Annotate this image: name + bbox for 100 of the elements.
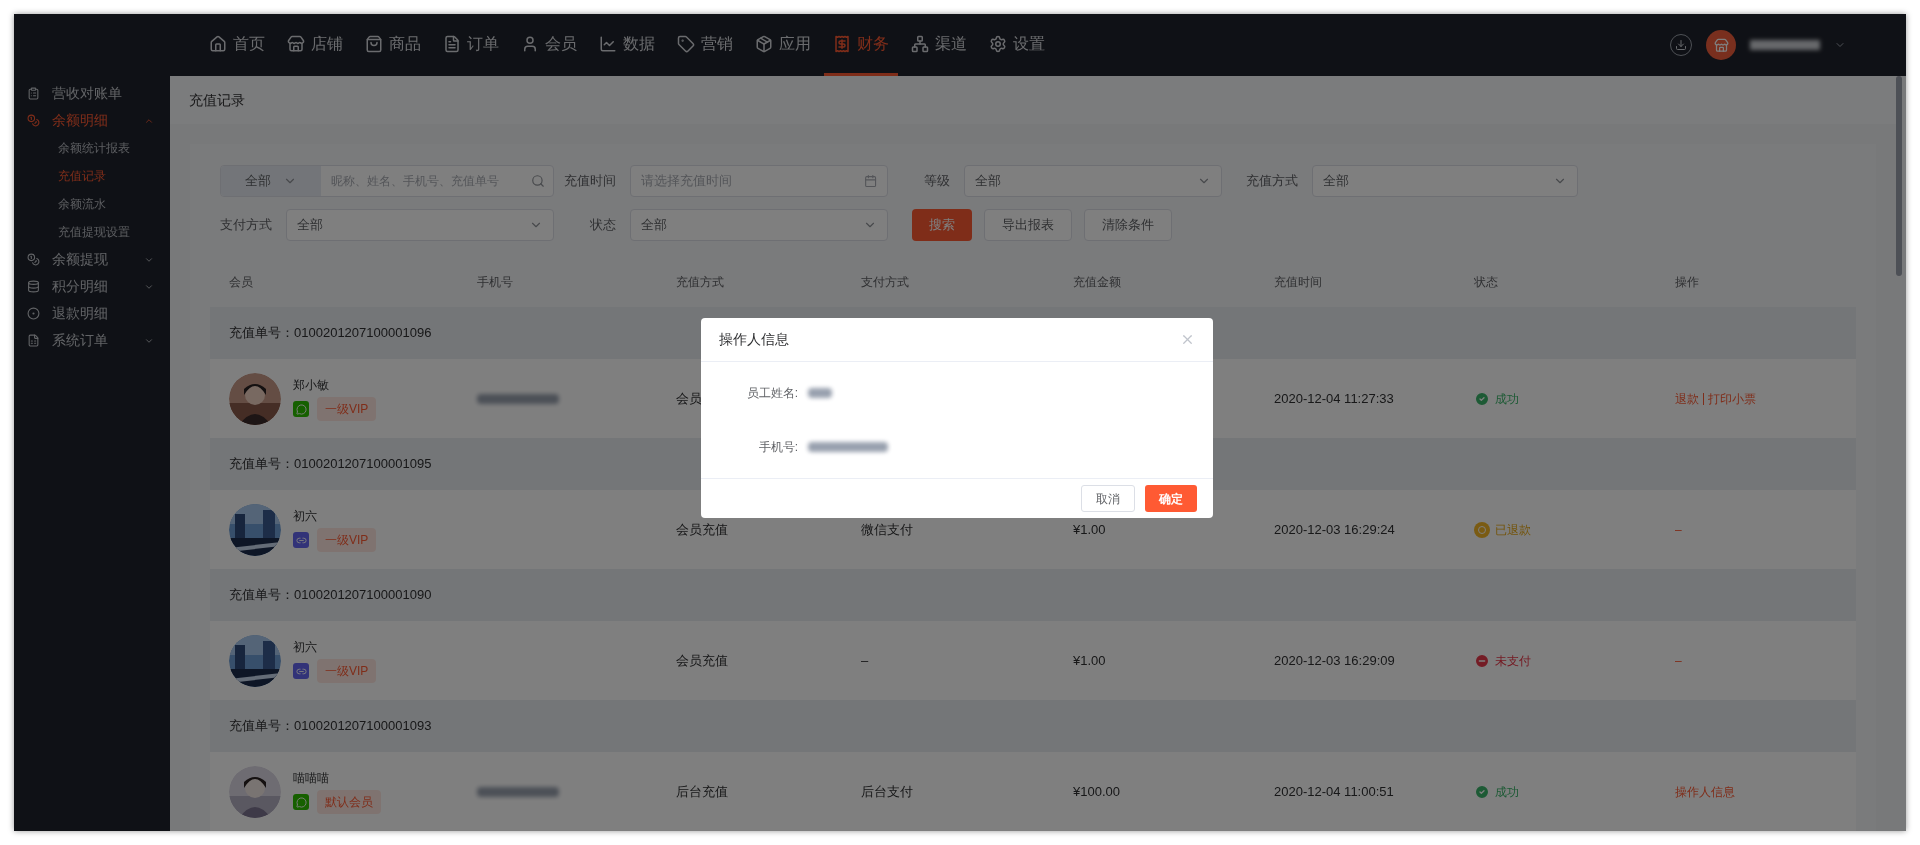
action-link[interactable]: 打印小票 [1708, 389, 1756, 408]
status-text: 成功 [1495, 783, 1519, 801]
close-icon[interactable] [1180, 332, 1195, 347]
blurred-mark [1750, 40, 1820, 50]
table-cell: ¥100.00 [1073, 783, 1120, 799]
column-header: 操作 [1675, 274, 1700, 291]
gear-icon [989, 34, 1007, 53]
action-link[interactable]: – [1675, 520, 1682, 539]
check-icon [1474, 783, 1490, 800]
sidebar-item[interactable]: 余额明细 [14, 107, 170, 134]
member-name: 郑小敏 [293, 377, 330, 394]
filter-button[interactable]: 导出报表 [984, 209, 1072, 241]
order-number: 充值单号：0100201207100001093 [229, 717, 432, 736]
level-tag: 一级VIP [317, 659, 377, 683]
nav-tab[interactable]: 应用 [746, 14, 820, 76]
table-cell: 会员 [676, 390, 702, 406]
search-icon [531, 174, 545, 188]
person-icon [521, 34, 539, 53]
status-text: 成功 [1495, 390, 1519, 408]
box-icon [755, 34, 773, 53]
filter-label: 充值方式 [1245, 172, 1299, 191]
nav-tab[interactable]: 店铺 [278, 14, 352, 76]
filter-label: 等级 [923, 172, 951, 191]
tag-icon [677, 34, 695, 53]
coin-icon [27, 253, 40, 266]
column-header: 支付方式 [861, 274, 910, 291]
sidebar-item[interactable]: 积分明细 [14, 273, 170, 300]
filter-label: 支付方式 [220, 216, 273, 235]
column-header: 充值时间 [1274, 274, 1323, 291]
nav-tab[interactable]: 会员 [512, 14, 586, 76]
column-header: 充值方式 [676, 274, 725, 291]
check-icon [1474, 390, 1490, 407]
select-field[interactable]: 全部 [630, 209, 888, 241]
nav-tab[interactable]: 订单 [434, 14, 508, 76]
level-tag: 一级VIP [317, 528, 377, 552]
nav-tab[interactable]: 渠道 [902, 14, 976, 76]
action-link[interactable]: – [1675, 651, 1682, 670]
sidebar-subitem[interactable]: 充值提现设置 [14, 218, 170, 246]
level-tag: 一级VIP [317, 397, 377, 421]
select-field[interactable]: 全部 [1312, 165, 1578, 197]
action-link[interactable]: 操作人信息 [1675, 782, 1735, 801]
coin-icon [1474, 521, 1490, 538]
network-icon [911, 34, 929, 53]
house-icon [209, 34, 227, 53]
minus-icon [1474, 652, 1490, 669]
filter-button[interactable]: 搜索 [912, 209, 972, 241]
sidebar-item[interactable]: 系统订单 [14, 327, 170, 354]
table-cell: 微信支付 [861, 521, 913, 537]
table-cell: – [861, 652, 869, 668]
status-text: 未支付 [1495, 652, 1531, 670]
coin-icon [27, 114, 40, 127]
sidebar-item[interactable]: 余额提现 [14, 246, 170, 273]
dialog-button[interactable]: 确定 [1145, 485, 1197, 512]
nav-tab[interactable]: 设置 [980, 14, 1054, 76]
scope-label: 全部 [245, 172, 271, 191]
table-cell: 2020-12-04 11:27:33 [1274, 390, 1394, 406]
page-title: 充值记录 [189, 90, 245, 110]
status-text: 已退款 [1495, 521, 1531, 539]
nav-tab[interactable]: 数据 [590, 14, 664, 76]
table-cell: 2020-12-03 16:29:09 [1274, 652, 1395, 668]
table-cell: ¥1.00 [1073, 521, 1106, 537]
avatar-icon[interactable] [1706, 30, 1736, 60]
table-cell: 会员充值 [676, 521, 728, 537]
action-link[interactable]: 退款 [1675, 389, 1699, 408]
member-name: 初六 [293, 639, 318, 656]
order-number: 充值单号：0100201207100001090 [229, 586, 432, 605]
sidebar-subitem[interactable]: 余额流水 [14, 190, 170, 218]
column-header: 充值金额 [1073, 274, 1122, 291]
nav-tab[interactable]: 商品 [356, 14, 430, 76]
nav-tab[interactable]: 首页 [200, 14, 274, 76]
select-field[interactable]: 全部 [286, 209, 554, 241]
calendar-icon [863, 174, 877, 188]
bag-icon [365, 34, 383, 53]
column-header: 手机号 [477, 274, 514, 291]
table-cell: 2020-12-03 16:29:24 [1274, 521, 1395, 537]
order-number: 充值单号：0100201207100001096 [229, 324, 432, 343]
select-field[interactable]: 全部 [964, 165, 1222, 197]
member-name: 喵喵喵 [293, 770, 330, 787]
receipt-icon [833, 34, 851, 53]
scrollbar[interactable] [1896, 76, 1902, 276]
table-cell: 2020-12-04 11:00:51 [1274, 783, 1394, 799]
table-cell: ¥1.00 [1073, 652, 1106, 668]
sidebar-subitem[interactable]: 余额统计报表 [14, 134, 170, 162]
column-header: 状态 [1474, 274, 1499, 291]
dialog-button[interactable]: 取消 [1081, 485, 1135, 512]
nav-tab[interactable]: 营销 [668, 14, 742, 76]
store-icon [287, 34, 305, 53]
column-header: 会员 [229, 274, 254, 291]
target-icon [27, 307, 40, 320]
document-icon [443, 34, 461, 53]
filter-button[interactable]: 清除条件 [1084, 209, 1172, 241]
sidebar-item[interactable]: 营收对账单 [14, 80, 170, 107]
order-number: 充值单号：0100201207100001095 [229, 455, 432, 474]
sidebar-subitem[interactable]: 充值记录 [14, 162, 170, 190]
filter-label: 状态 [589, 216, 617, 235]
stack-icon [27, 280, 40, 293]
sidebar-item[interactable]: 退款明细 [14, 300, 170, 327]
member-name: 初六 [293, 508, 318, 525]
document-icon [27, 334, 40, 347]
table-cell: 后台充值 [676, 783, 728, 799]
